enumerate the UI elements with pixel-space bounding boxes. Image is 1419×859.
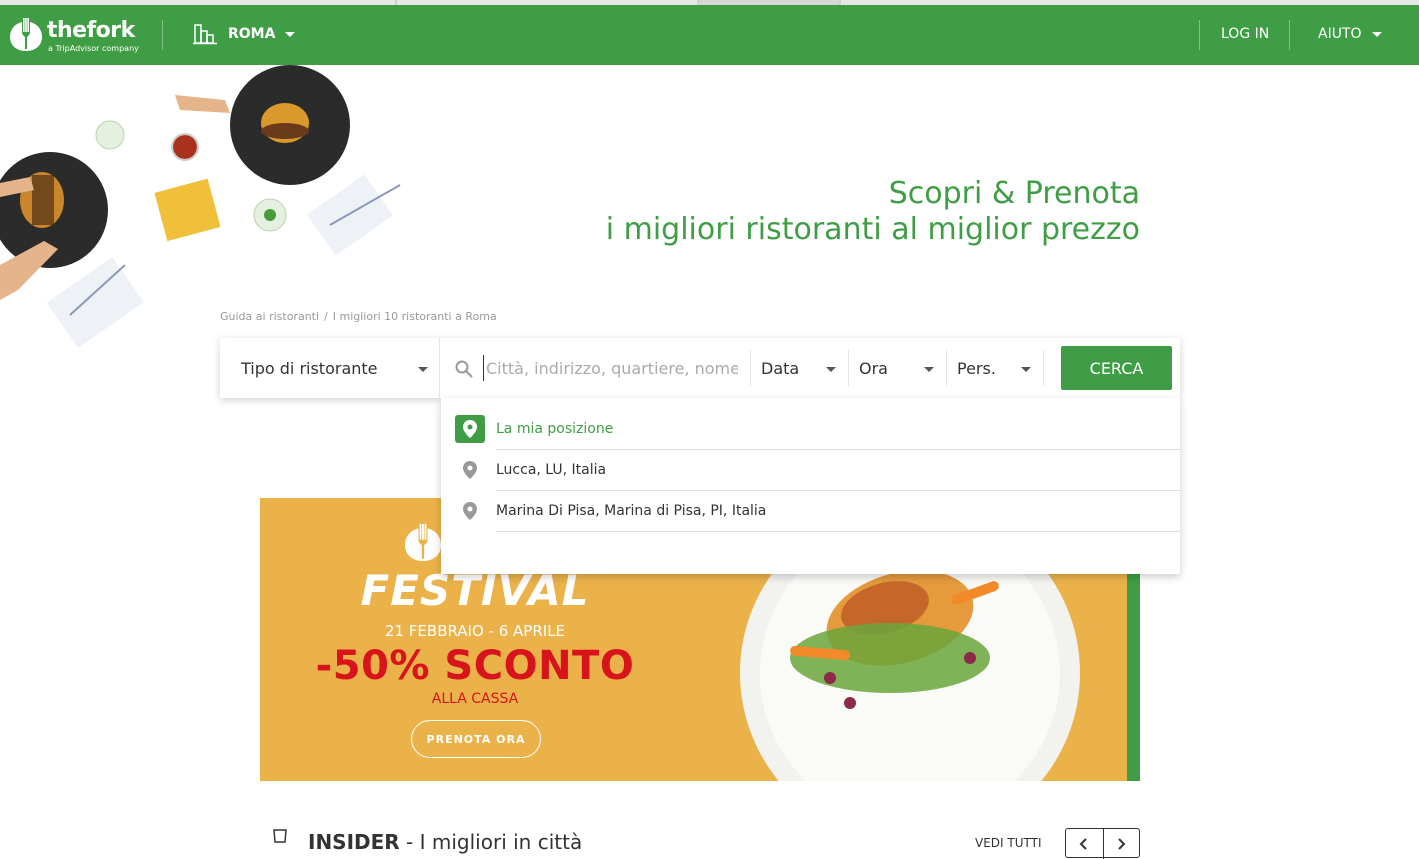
suggestion-divider [496,531,1180,532]
fork-logo-icon [10,18,42,51]
map-pin-icon [455,497,485,525]
help-label: AIUTO [1318,26,1362,42]
chevron-down-icon [1021,367,1031,372]
date-label: Data [761,358,800,378]
breadcrumb-separator: / [324,310,328,323]
chevron-down-icon [1371,31,1382,37]
date-select[interactable]: Data [750,350,848,386]
location-search-input[interactable] [483,355,738,381]
people-select[interactable]: Pers. [946,350,1044,386]
breadcrumb-item[interactable]: Guida ai ristoranti [220,310,319,323]
site-header: thefork a TripAdvisor company ROMA LOG I… [0,5,1419,65]
promo-dates: 21 FEBBRAIO - 6 APRILE [384,622,566,640]
carousel-nav [1065,828,1140,859]
location-suggestions-dropdown: La mia posizione Lucca, LU, Italia Marin… [441,398,1180,574]
insider-title-rest: - I migliori in città [399,830,583,854]
insider-section-title: INSIDER - I migliori in città [308,830,582,854]
breadcrumb: Guida ai ristoranti / I migliori 10 ristor… [220,310,497,323]
breadcrumb-item[interactable]: I migliori 10 ristoranti a Roma [333,310,497,323]
header-divider [162,20,163,50]
chevron-right-icon[interactable] [1102,829,1140,859]
help-menu[interactable]: AIUTO [1318,26,1382,42]
city-buildings-icon [193,24,217,45]
location-pin-icon [455,415,485,443]
login-link[interactable]: LOG IN [1221,26,1269,42]
promo-discount: -50% SCONTO [315,643,635,689]
suggestion-item[interactable]: Lucca, LU, Italia [441,450,1180,491]
time-select[interactable]: Ora [848,350,946,386]
header-divider [1289,20,1290,50]
city-label: ROMA [228,26,276,42]
search-bar: Tipo di ristorante Data Ora Pers. CERCA [220,338,1180,398]
chef-hat-icon [273,829,287,843]
insider-title-bold: INSIDER [308,830,400,854]
fork-logo-icon [405,523,441,561]
logo-wordmark: thefork [47,18,135,43]
header-divider [1199,20,1200,50]
people-label: Pers. [957,358,996,378]
search-icon [455,360,473,378]
suggestion-label: Lucca, LU, Italia [496,462,607,478]
thefork-logo[interactable]: thefork a TripAdvisor company [10,16,145,56]
chevron-left-icon[interactable] [1066,829,1103,859]
restaurant-type-label: Tipo di ristorante [241,358,378,378]
suggestion-label: Marina Di Pisa, Marina di Pisa, PI, Ital… [496,503,767,519]
suggestion-item[interactable]: Marina Di Pisa, Marina di Pisa, PI, Ital… [441,491,1180,532]
restaurant-type-select[interactable]: Tipo di ristorante [220,338,440,398]
chevron-down-icon [826,367,836,372]
promo-subtitle: ALLA CASSA [431,691,519,707]
city-selector[interactable]: ROMA [193,19,296,49]
logo-tagline: a TripAdvisor company [48,44,139,53]
tagline-line-2: i migliori ristoranti al miglior prezzo [605,212,1140,247]
book-now-button[interactable]: PRENOTA ORA [411,720,541,758]
suggestion-label: La mia posizione [496,421,614,437]
tagline-line-1: Scopri & Prenota [888,176,1140,211]
chevron-down-icon [285,31,296,37]
chevron-down-icon [418,367,428,372]
map-pin-icon [455,456,485,484]
hero-tagline: Scopri & Prenota i migliori ristoranti a… [606,176,1140,248]
see-all-link[interactable]: VEDI TUTTI [975,836,1042,850]
search-button[interactable]: CERCA [1061,346,1172,390]
time-label: Ora [859,358,888,378]
suggestion-my-location[interactable]: La mia posizione [441,409,1180,450]
chevron-down-icon [924,367,934,372]
